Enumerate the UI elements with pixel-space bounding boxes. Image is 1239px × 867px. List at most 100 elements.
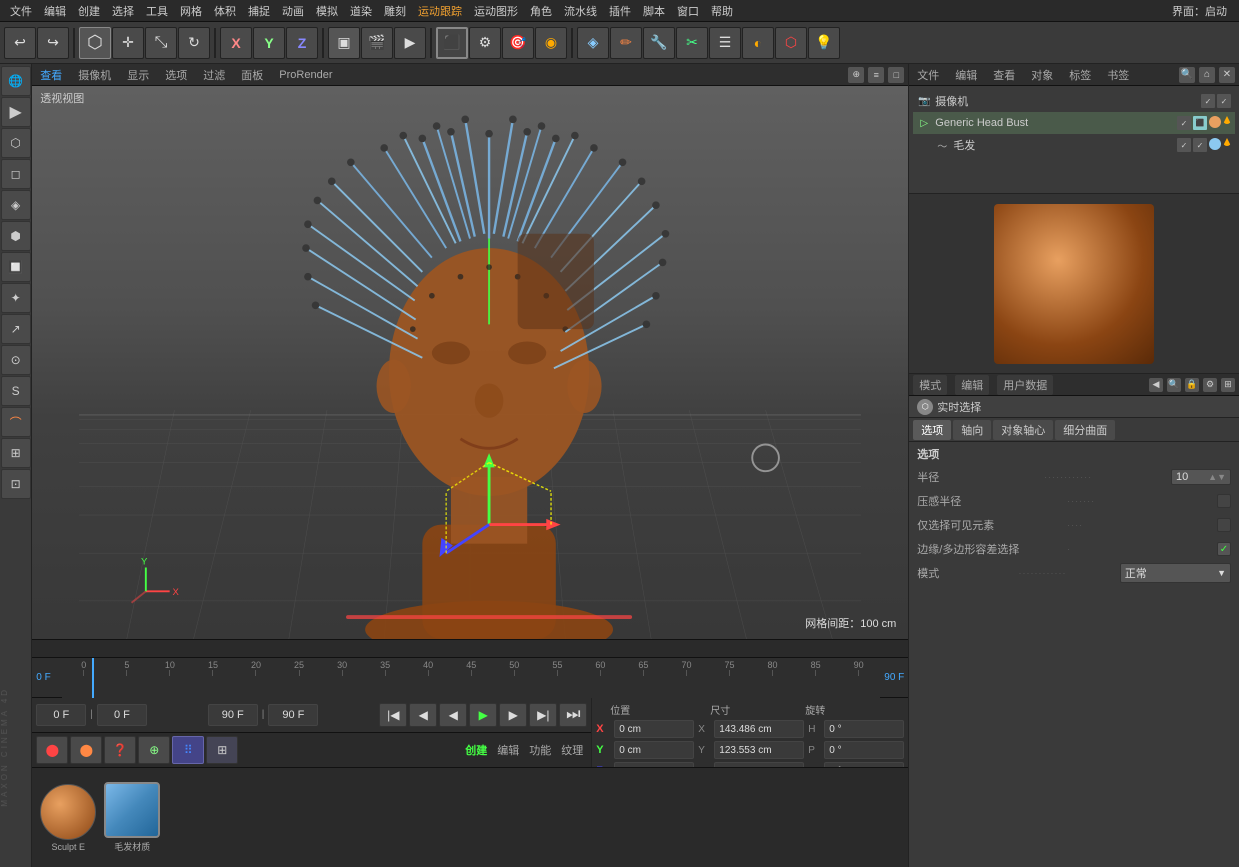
tool-5-button[interactable]: ⬢ xyxy=(1,221,31,251)
prev-play-button[interactable]: ◀ xyxy=(439,703,467,727)
start-frame-input[interactable] xyxy=(36,704,86,726)
menu-help[interactable]: 帮助 xyxy=(705,1,739,21)
menu-sculpt[interactable]: 雕刻 xyxy=(378,1,412,21)
menu-snap[interactable]: 捕捉 xyxy=(242,1,276,21)
tool-10-button[interactable]: S xyxy=(1,376,31,406)
rb-tab-mode[interactable]: 模式 xyxy=(913,375,947,395)
menu-select[interactable]: 选择 xyxy=(106,1,140,21)
mode-autokey-button[interactable]: ⬤ xyxy=(70,736,102,764)
rb-tab-userdata[interactable]: 用户数据 xyxy=(997,375,1053,395)
attr-tab-subdivision[interactable]: 细分曲面 xyxy=(1055,420,1115,440)
h-rot-input[interactable] xyxy=(824,720,904,738)
tool-7-button[interactable]: ✦ xyxy=(1,283,31,313)
move-tool-button[interactable]: ✛ xyxy=(112,27,144,59)
menu-script[interactable]: 脚本 xyxy=(637,1,671,21)
tool-8-button[interactable]: ↗ xyxy=(1,314,31,344)
home-icon[interactable]: ⌂ xyxy=(1199,67,1215,83)
attr-back-icon[interactable]: ◀ xyxy=(1149,378,1163,392)
tool-12-button[interactable]: ⊞ xyxy=(1,438,31,468)
menu-mesh[interactable]: 网格 xyxy=(174,1,208,21)
content-item-hair[interactable]: 毛发材质 xyxy=(104,782,160,853)
vp-tab-view[interactable]: 查看 xyxy=(36,65,66,85)
search-icon[interactable]: 🔍 xyxy=(1179,67,1195,83)
preview-render-button[interactable]: ◉ xyxy=(535,27,567,59)
menu-plugins[interactable]: 插件 xyxy=(603,1,637,21)
mode-select-dropdown[interactable]: 正常 ▼ xyxy=(1120,563,1231,583)
end-frame-input2[interactable] xyxy=(268,704,318,726)
rb-tab-edit[interactable]: 编辑 xyxy=(955,375,989,395)
x-size-input[interactable] xyxy=(714,720,804,738)
light-button[interactable]: 💡 xyxy=(808,27,840,59)
menu-character[interactable]: 角色 xyxy=(524,1,558,21)
tool-9-button[interactable]: ⊙ xyxy=(1,345,31,375)
vp-tab-prorender[interactable]: ProRender xyxy=(275,67,336,83)
render-settings-button[interactable]: ⚙ xyxy=(469,27,501,59)
attr-settings-icon[interactable]: ⚙ xyxy=(1203,378,1217,392)
menu-volume[interactable]: 体积 xyxy=(208,1,242,21)
content-tab-edit[interactable]: 编辑 xyxy=(493,742,523,758)
rh-tab-view[interactable]: 查看 xyxy=(989,65,1019,85)
go-end-button[interactable]: ▶| xyxy=(529,703,557,727)
head-bust-row[interactable]: ▷ Generic Head Bust ✓ ⬛ xyxy=(913,112,1235,134)
hair-object-row[interactable]: 〜 毛发 ✓ ✓ xyxy=(913,134,1235,156)
tool-2-button[interactable]: ⬡ xyxy=(1,128,31,158)
camera-vis-button[interactable]: ✓ xyxy=(1201,94,1215,108)
hair-vis-button[interactable]: ✓ xyxy=(1177,138,1191,152)
menu-create[interactable]: 创建 xyxy=(72,1,106,21)
vp-tab-panel[interactable]: 面板 xyxy=(237,65,267,85)
attr-tab-axis[interactable]: 轴向 xyxy=(953,420,991,440)
mode-dots-button[interactable]: ⠿ xyxy=(172,736,204,764)
tool-6-button[interactable]: 🔲 xyxy=(1,252,31,282)
content-tab-create[interactable]: 创建 xyxy=(461,742,491,758)
next-frame-button[interactable]: ▶ xyxy=(499,703,527,727)
tool-1-button[interactable]: ▶ xyxy=(1,97,31,127)
rh-tab-bookmark[interactable]: 书签 xyxy=(1103,65,1133,85)
x-pos-input[interactable] xyxy=(614,720,694,738)
y-axis-button[interactable]: Y xyxy=(253,27,285,59)
p-rot-input[interactable] xyxy=(824,741,904,759)
perspective-button[interactable]: ◈ xyxy=(577,27,609,59)
vp-icon-3[interactable]: □ xyxy=(888,67,904,83)
render-mode-button[interactable]: 🎬 xyxy=(361,27,393,59)
attrs-scroll-area[interactable]: 半径 ············ 10 ▲▼ 压感半径 ······· 仅选择可见… xyxy=(909,466,1239,586)
camera-object-row[interactable]: 📷 摄像机 ✓ ✓ xyxy=(913,90,1235,112)
interactive-render-button[interactable]: 🎯 xyxy=(502,27,534,59)
attr-lock-icon[interactable]: 🔒 xyxy=(1185,378,1199,392)
mode-motion-button[interactable]: ❓ xyxy=(104,736,136,764)
menu-animate[interactable]: 动画 xyxy=(276,1,310,21)
vp-tab-camera[interactable]: 摄像机 xyxy=(74,65,115,85)
menu-render[interactable]: 道染 xyxy=(344,1,378,21)
attr-tab-object-axis[interactable]: 对象轴心 xyxy=(993,420,1053,440)
select-tool-button[interactable]: ⬡ xyxy=(79,27,111,59)
x-axis-button[interactable]: X xyxy=(220,27,252,59)
menu-edit[interactable]: 编辑 xyxy=(38,1,72,21)
tool-3-button[interactable]: ◻ xyxy=(1,159,31,189)
brush-button[interactable]: ✏ xyxy=(610,27,642,59)
timeline-ruler[interactable]: 0 5 10 15 20 25 30 35 40 45 50 55 60 65 … xyxy=(62,658,880,698)
record-button[interactable]: ⏭ xyxy=(559,703,587,727)
sculpt-button[interactable]: 🔧 xyxy=(643,27,675,59)
bust-vis-button[interactable]: ✓ xyxy=(1177,116,1191,130)
vp-tab-options[interactable]: 选项 xyxy=(161,65,191,85)
rh-tab-edit[interactable]: 编辑 xyxy=(951,65,981,85)
radius-value[interactable]: 10 ▲▼ xyxy=(1171,469,1231,485)
inflate-button[interactable]: ⬡ xyxy=(775,27,807,59)
y-pos-input[interactable] xyxy=(614,741,694,759)
menu-motion-track[interactable]: 运动跟踪 xyxy=(412,1,468,21)
edge-check[interactable]: ✓ xyxy=(1217,542,1231,556)
mode-plus-button[interactable]: ⊕ xyxy=(138,736,170,764)
redo-button[interactable]: ↪ xyxy=(37,27,69,59)
z-axis-button[interactable]: Z xyxy=(286,27,318,59)
close-icon[interactable]: ✕ xyxy=(1219,67,1235,83)
content-tab-function[interactable]: 功能 xyxy=(525,742,555,758)
vp-tab-display[interactable]: 显示 xyxy=(123,65,153,85)
vp-tab-filter[interactable]: 过滤 xyxy=(199,65,229,85)
play-button[interactable]: ▶ xyxy=(469,703,497,727)
menu-file[interactable]: 文件 xyxy=(4,1,38,21)
end-frame-input1[interactable] xyxy=(208,704,258,726)
attr-tab-options[interactable]: 选项 xyxy=(913,420,951,440)
knife-button[interactable]: ✂ xyxy=(676,27,708,59)
mode-grid-button[interactable]: ⊞ xyxy=(206,736,238,764)
menu-window[interactable]: 窗口 xyxy=(671,1,705,21)
tool-11-button[interactable]: ⌒ xyxy=(1,407,31,437)
